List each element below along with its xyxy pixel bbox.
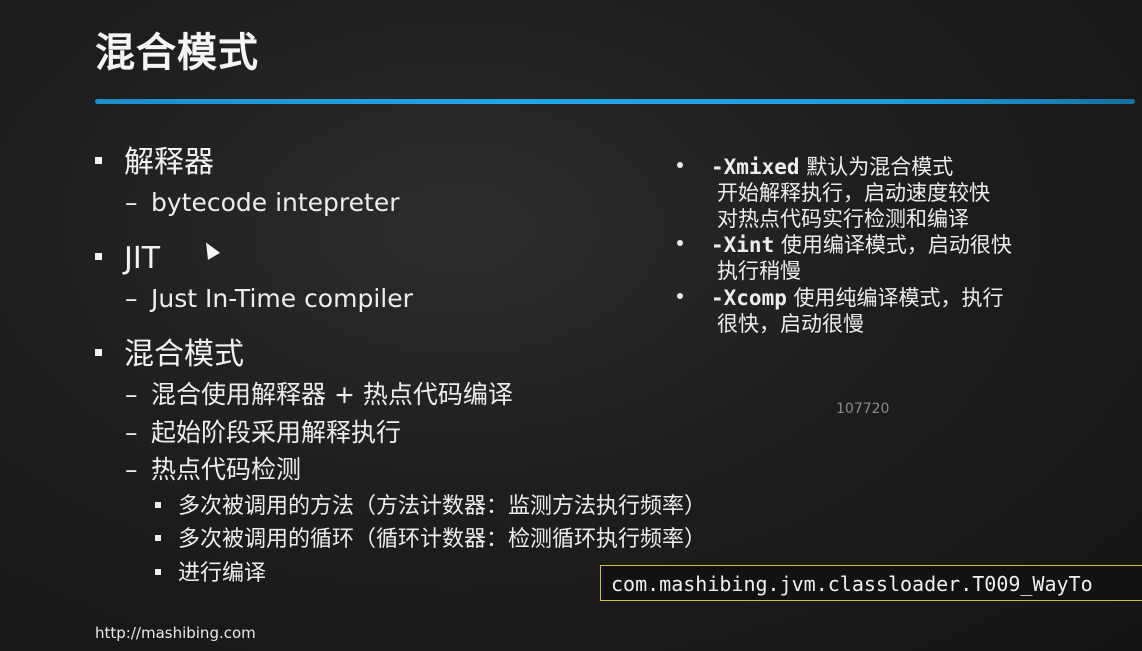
flag-xint: -Xint [711,233,775,257]
bullet-square-icon [155,502,161,508]
option-xmixed-line2: 开始解释执行，启动速度较快 [717,181,990,205]
bullet-square-icon [95,349,102,356]
title-underline [95,99,1135,104]
option-xmixed: -Xmixed 默认为混合模式 开始解释执行，启动速度较快 对热点代码实行检测和… [677,154,1097,232]
flag-xmixed: -Xmixed [711,155,800,179]
bullet-interpreter-label: 解释器 [124,145,214,180]
option-xcomp-desc: 使用纯编译模式，执行 [793,286,1004,310]
mouse-cursor-icon [200,239,221,260]
sub-jit-compiler: – Just In-Time compiler [125,284,413,313]
footer-url: http://mashibing.com [95,624,256,642]
bullet-square-icon [155,535,161,541]
sub-bytecode-interpreter-label: bytecode intepreter [151,188,400,217]
flag-xcomp: -Xcomp [711,286,787,310]
sub-jit-compiler-label: Just In-Time compiler [151,284,413,313]
bullet-square-icon [95,157,102,164]
bullet-mixed-mode-label: 混合模式 [124,337,244,372]
list-item-label: 多次被调用的方法（方法计数器：监测方法执行频率） [178,494,707,519]
list-item: 多次被调用的循环（循环计数器：检测循环执行频率） [155,526,706,554]
sub-initial-interpret: – 起始阶段采用解释执行 [125,418,402,447]
option-xint-line2: 执行稍慢 [717,259,801,283]
watermark-number: 107720 [836,401,890,417]
list-item-label: 多次被调用的循环（循环计数器：检测循环执行频率） [178,527,707,552]
list-item: 多次被调用的方法（方法计数器：监测方法执行频率） [155,493,706,521]
bullet-mixed-mode: 混合模式 [95,337,244,373]
sub-bytecode-interpreter: – bytecode intepreter [125,188,400,217]
sub-hotspot-detection: – 热点代码检测 [125,455,302,484]
option-xint: -Xint 使用编译模式，启动很快 执行稍慢 [677,232,1097,284]
option-xcomp: -Xcomp 使用纯编译模式，执行 很快，启动很慢 [677,285,1097,337]
list-item: 进行编译 [155,560,266,588]
bullet-square-icon [155,569,161,575]
option-xmixed-desc: 默认为混合模式 [806,155,954,179]
sub-mixed-usage: – 混合使用解释器 + 热点代码编译 [125,380,513,409]
sub-initial-interpret-label: 起始阶段采用解释执行 [151,418,402,447]
sub-mixed-usage-label: 混合使用解释器 + 热点代码编译 [151,380,513,409]
option-xcomp-line2: 很快，启动很慢 [717,312,864,336]
bullet-jit-label: JIT [124,241,161,276]
slide-title: 混合模式 [95,30,259,76]
list-item-label: 进行编译 [178,561,267,586]
bullet-dot-icon [677,162,683,168]
option-xmixed-line3: 对热点代码实行检测和编译 [717,207,969,231]
code-class-name-box: com.mashibing.jvm.classloader.T009_WayTo [600,565,1142,601]
bullet-dot-icon [677,240,683,246]
bullet-jit: JIT [95,241,160,277]
bullet-interpreter: 解释器 [95,145,214,181]
bullet-dot-icon [677,293,683,299]
option-xint-desc: 使用编译模式，启动很快 [780,233,1012,257]
sub-hotspot-detection-label: 热点代码检测 [151,455,302,484]
bullet-square-icon [95,253,102,260]
